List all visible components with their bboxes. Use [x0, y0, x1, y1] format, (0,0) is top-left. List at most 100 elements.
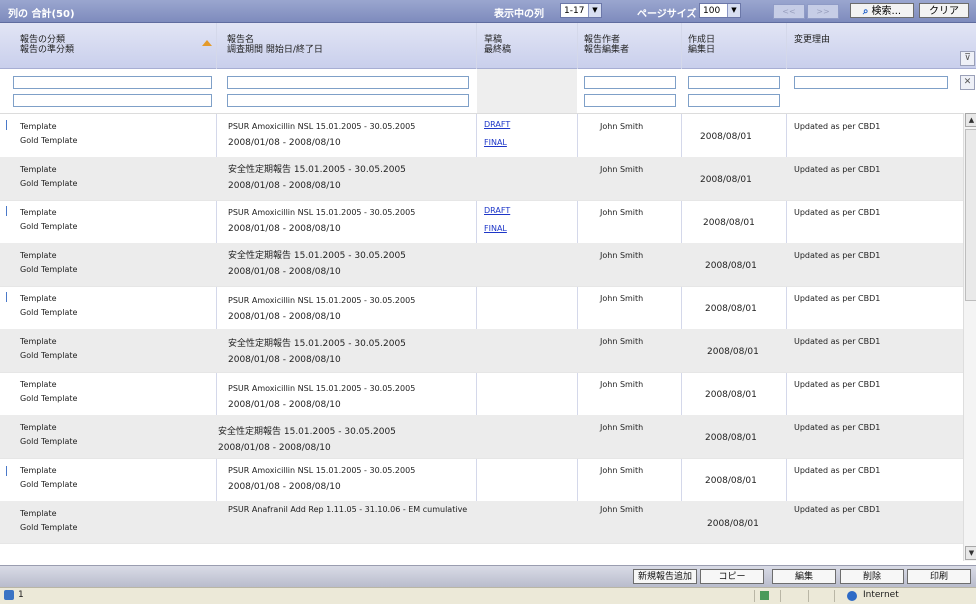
- scroll-up-icon[interactable]: ▲: [965, 113, 976, 127]
- final-link[interactable]: FINAL: [484, 136, 507, 150]
- table-row[interactable]: Template Gold Template PSUR Amoxicillin …: [0, 200, 963, 244]
- header-category-line2: 報告の準分類: [20, 45, 75, 55]
- row-report-name: 安全性定期報告 15.01.2005 - 30.05.2005: [228, 165, 406, 175]
- row-category: Template: [20, 208, 57, 217]
- filter-author-input[interactable]: [584, 76, 676, 89]
- table-row[interactable]: Template Gold Template 安全性定期報告 15.01.200…: [0, 415, 963, 459]
- table-row[interactable]: Template Gold Template PSUR Anafranil Ad…: [0, 501, 963, 544]
- security-icon: [760, 591, 769, 600]
- row-category: Template: [20, 337, 57, 346]
- table-row[interactable]: Template Gold Template 安全性定期報告 15.01.200…: [0, 329, 963, 373]
- header-reason[interactable]: 変更理由: [794, 35, 830, 45]
- header-final-line: 最終稿: [484, 45, 512, 55]
- header-reason-line1: 変更理由: [794, 35, 831, 45]
- header-category[interactable]: 報告の分類 報告の準分類: [20, 35, 74, 55]
- filter-reason-input[interactable]: [794, 76, 948, 89]
- header-report-name[interactable]: 報告名 調査期間 開始日/終了日: [227, 35, 323, 55]
- search-icon: ⌕: [862, 6, 869, 17]
- page-size-label: ページサイズ: [637, 9, 697, 20]
- row-marker: [6, 206, 7, 216]
- filter-icon[interactable]: ⊽: [960, 51, 975, 66]
- table-row[interactable]: Template Gold Template 安全性定期報告 15.01.200…: [0, 157, 963, 201]
- row-date: 2008/08/01: [700, 175, 752, 185]
- row-category: Template: [20, 294, 57, 303]
- page-size-select[interactable]: 100 ▼: [699, 3, 741, 18]
- header-date-line1: 作成日: [688, 35, 716, 45]
- row-reason: Updated as per CBD1: [794, 423, 881, 432]
- scroll-thumb[interactable]: [965, 129, 976, 301]
- filter-created-input[interactable]: [688, 76, 780, 89]
- prev-page-button[interactable]: <<: [773, 4, 805, 19]
- row-author: John Smith: [600, 380, 644, 389]
- row-report-name: 安全性定期報告 15.01.2005 - 30.05.2005: [228, 339, 406, 349]
- row-report-name: PSUR Amoxicillin NSL 15.01.2005 - 30.05.…: [228, 466, 416, 475]
- copy-button[interactable]: コピー: [700, 569, 764, 584]
- filter-subcategory-input[interactable]: [13, 94, 212, 107]
- row-author: John Smith: [600, 505, 644, 514]
- row-period: 2008/01/08 - 2008/08/10: [228, 267, 341, 277]
- filter-report-name-input[interactable]: [227, 76, 469, 89]
- header-author-line2: 報告編集者: [584, 45, 630, 55]
- row-category: Template: [20, 380, 57, 389]
- clear-button[interactable]: クリア: [919, 3, 969, 18]
- sort-ascending-icon[interactable]: [202, 40, 212, 46]
- row-subcategory: Gold Template: [20, 136, 78, 145]
- browser-status-bar: 1 Internet: [0, 587, 976, 604]
- row-date: 2008/08/01: [705, 304, 757, 314]
- header-report-name-line1: 報告名: [227, 35, 255, 45]
- row-reason: Updated as per CBD1: [794, 380, 881, 389]
- clear-filter-icon[interactable]: ✕: [960, 75, 975, 90]
- row-period: 2008/01/08 - 2008/08/10: [228, 312, 341, 322]
- row-date: 2008/08/01: [705, 476, 757, 486]
- row-date: 2008/08/01: [703, 218, 755, 228]
- draft-link[interactable]: DRAFT: [484, 204, 510, 218]
- row-report-name: PSUR Amoxicillin NSL 15.01.2005 - 30.05.…: [228, 208, 416, 217]
- column-header-row: 報告の分類 報告の準分類 報告名 調査期間 開始日/終了日 草稿 最終稿 報告作…: [0, 23, 976, 69]
- row-author: John Smith: [600, 337, 644, 346]
- edit-button[interactable]: 編集: [772, 569, 836, 584]
- columns-shown-value: 1-17: [564, 6, 585, 16]
- table-row[interactable]: Template Gold Template 安全性定期報告 15.01.200…: [0, 243, 963, 287]
- row-author: John Smith: [600, 165, 644, 174]
- table-row[interactable]: Template Gold Template PSUR Amoxicillin …: [0, 114, 963, 158]
- columns-shown-label: 表示中の列: [494, 9, 544, 20]
- next-page-button[interactable]: >>: [807, 4, 839, 19]
- row-author: John Smith: [600, 466, 644, 475]
- header-draft-final[interactable]: 草稿 最終稿: [484, 35, 511, 55]
- print-button[interactable]: 印刷: [907, 569, 971, 584]
- filter-category-input[interactable]: [13, 76, 212, 89]
- search-button[interactable]: ⌕ 検索...: [850, 3, 914, 18]
- header-date-line2: 編集日: [688, 45, 716, 55]
- row-subcategory: Gold Template: [20, 222, 78, 231]
- vertical-scrollbar[interactable]: ▲ ▼: [963, 113, 976, 561]
- header-author[interactable]: 報告作者 報告編集者: [584, 35, 629, 55]
- header-date[interactable]: 作成日 編集日: [688, 35, 715, 55]
- row-marker: [6, 120, 7, 130]
- filter-empty-cell: [477, 69, 577, 113]
- delete-button[interactable]: 削除: [840, 569, 904, 584]
- row-report-name: PSUR Amoxicillin NSL 15.01.2005 - 30.05.…: [228, 296, 416, 305]
- filter-period-input[interactable]: [227, 94, 469, 107]
- row-report-name: PSUR Anafranil Add Rep 1.11.05 - 31.10.0…: [228, 505, 468, 514]
- add-report-button[interactable]: 新規報告追加: [633, 569, 697, 584]
- chevron-down-icon: ▼: [588, 4, 601, 17]
- table-row[interactable]: Template Gold Template PSUR Amoxicillin …: [0, 286, 963, 330]
- row-category: Template: [20, 466, 57, 475]
- table-row[interactable]: Template Gold Template PSUR Amoxicillin …: [0, 372, 963, 416]
- row-author: John Smith: [600, 122, 644, 131]
- page-icon: [4, 590, 14, 600]
- row-category: Template: [20, 251, 57, 260]
- row-period: 2008/01/08 - 2008/08/10: [218, 443, 331, 453]
- header-draft-line: 草稿: [484, 35, 503, 45]
- final-link[interactable]: FINAL: [484, 222, 507, 236]
- action-bar: 新規報告追加 コピー 編集 削除 印刷: [0, 565, 976, 587]
- row-date: 2008/08/01: [707, 519, 759, 529]
- table-row[interactable]: Template Gold Template PSUR Amoxicillin …: [0, 458, 963, 502]
- scroll-down-icon[interactable]: ▼: [965, 546, 976, 560]
- columns-shown-select[interactable]: 1-17 ▼: [560, 3, 602, 18]
- filter-editor-input[interactable]: [584, 94, 676, 107]
- header-author-line1: 報告作者: [584, 35, 621, 45]
- row-subcategory: Gold Template: [20, 308, 78, 317]
- draft-link[interactable]: DRAFT: [484, 118, 510, 132]
- filter-edited-input[interactable]: [688, 94, 780, 107]
